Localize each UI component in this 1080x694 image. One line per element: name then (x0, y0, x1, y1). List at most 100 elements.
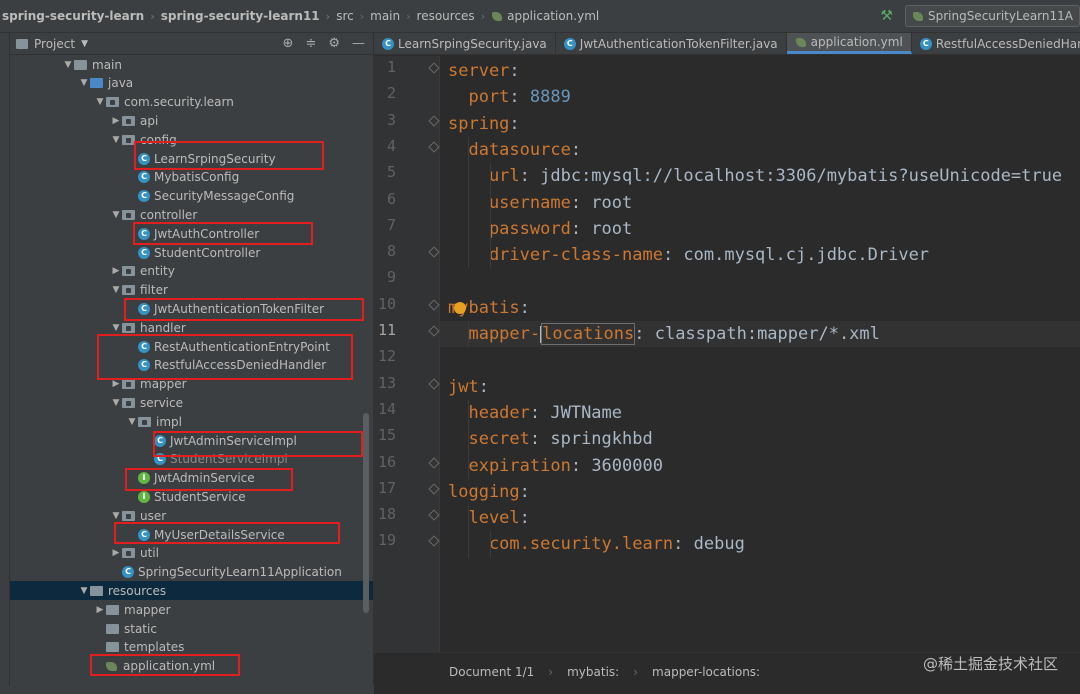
project-view-selector[interactable]: Project (34, 37, 75, 51)
collapsed-arrow-icon[interactable]: ▶ (110, 266, 122, 276)
tree-item[interactable]: ▼ main (10, 55, 373, 74)
line-number[interactable]: 11 (374, 321, 396, 339)
breadcrumb-src[interactable]: src › (336, 9, 370, 23)
tree-item[interactable]: static (10, 619, 373, 638)
lightbulb-icon[interactable] (454, 301, 466, 314)
fold-marker-icon[interactable] (428, 483, 440, 495)
collapsed-arrow-icon[interactable]: ▶ (110, 116, 122, 126)
line-number[interactable]: 17 (374, 479, 396, 497)
line-number[interactable]: 4 (374, 137, 396, 155)
code-line[interactable]: expiration: 3600000 (448, 453, 663, 479)
structure-crumb-mybatis[interactable]: mybatis: (567, 665, 619, 679)
collapsed-arrow-icon[interactable]: ▶ (110, 379, 122, 389)
collapse-all-icon[interactable]: ≑ (305, 36, 316, 51)
tree-item[interactable]: ▼ filter (10, 281, 373, 300)
code-line[interactable]: level: (448, 505, 529, 531)
expanded-arrow-icon[interactable]: ▼ (110, 511, 122, 521)
breadcrumb-file[interactable]: application.yml (491, 9, 599, 23)
breadcrumb-resources[interactable]: resources › (417, 9, 492, 23)
code-editor[interactable]: server: port: 8889 spring: datasource: ur… (440, 56, 1080, 652)
line-number[interactable]: 10 (374, 295, 396, 313)
fold-marker-icon[interactable] (428, 377, 440, 390)
code-line[interactable]: spring: (448, 111, 520, 137)
fold-marker-icon[interactable] (428, 62, 440, 74)
line-number[interactable]: 19 (374, 531, 396, 549)
fold-marker-icon[interactable] (428, 509, 440, 521)
breadcrumb-module[interactable]: spring-security-learn11 › (161, 9, 336, 23)
code-line[interactable]: server: (448, 58, 520, 84)
tree-item[interactable]: ▼ impl (10, 412, 373, 431)
line-number[interactable]: 15 (374, 426, 396, 444)
editor-tab[interactable]: C RestfulAccessDeniedHan (912, 33, 1080, 54)
expanded-arrow-icon[interactable]: ▼ (78, 78, 90, 88)
expanded-arrow-icon[interactable]: ▼ (110, 398, 122, 408)
gear-icon[interactable]: ⚙ (328, 36, 340, 51)
expanded-arrow-icon[interactable]: ▼ (126, 417, 138, 427)
code-line[interactable]: url: jdbc:mysql://localhost:3306/mybatis… (448, 163, 1062, 189)
line-number[interactable]: 14 (374, 400, 396, 418)
project-scrollbar[interactable] (363, 413, 369, 613)
line-number[interactable]: 5 (374, 163, 396, 181)
editor-tab[interactable]: C JwtAuthenticationTokenFilter.java (556, 33, 787, 54)
expanded-arrow-icon[interactable]: ▼ (110, 323, 122, 333)
code-line[interactable]: mapper-locations: classpath:mapper/*.xml (440, 321, 1080, 348)
chevron-down-icon[interactable]: ▼ (81, 39, 88, 49)
line-number[interactable]: 16 (374, 453, 396, 471)
line-number[interactable]: 6 (374, 190, 396, 208)
expanded-arrow-icon[interactable]: ▼ (110, 285, 122, 295)
run-configuration-selector[interactable]: SpringSecurityLearn11A (904, 5, 1080, 27)
code-line[interactable]: password: root (448, 216, 632, 242)
line-number[interactable]: 13 (374, 374, 396, 392)
collapsed-arrow-icon[interactable]: ▶ (94, 605, 106, 615)
line-number[interactable]: 2 (374, 84, 396, 102)
line-number[interactable]: 1 (374, 58, 396, 76)
tree-item[interactable]: ▶ util (10, 544, 373, 563)
tree-item[interactable]: ▼ service (10, 393, 373, 412)
fold-marker-icon[interactable] (428, 114, 440, 127)
editor-tab[interactable]: application.yml (786, 33, 912, 54)
line-number[interactable]: 12 (374, 347, 396, 365)
fold-marker-icon[interactable] (428, 535, 440, 548)
fold-marker-icon[interactable] (428, 325, 440, 337)
code-line[interactable]: jwt: (448, 374, 489, 400)
expanded-arrow-icon[interactable]: ▼ (78, 586, 90, 596)
code-line[interactable]: username: root (448, 190, 632, 216)
locate-target-icon[interactable]: ⊕ (283, 36, 294, 51)
code-line[interactable]: header: JWTName (448, 400, 622, 426)
expanded-arrow-icon[interactable]: ▼ (94, 97, 106, 107)
fold-marker-icon[interactable] (428, 456, 440, 469)
line-number[interactable]: 9 (374, 268, 396, 286)
fold-marker-icon[interactable] (428, 246, 440, 258)
code-line[interactable]: logging: (448, 479, 530, 505)
fold-marker-icon[interactable] (428, 141, 440, 153)
tree-item[interactable]: ▼ java (10, 74, 373, 93)
tree-item[interactable]: ▶ mapper (10, 600, 373, 619)
tree-item[interactable]: ▼ resources (10, 581, 373, 601)
editor-tab[interactable]: C LearnSrpingSecurity.java (374, 33, 556, 54)
build-hammer-icon[interactable]: ⚒ (880, 8, 893, 24)
tree-item[interactable]: ▶ entity (10, 262, 373, 281)
collapsed-arrow-icon[interactable]: ▶ (110, 548, 122, 558)
breadcrumb-project[interactable]: spring-security-learn › (2, 9, 161, 23)
expanded-arrow-icon[interactable]: ▼ (110, 135, 122, 145)
tree-item[interactable]: C SecurityMessageConfig (10, 187, 373, 206)
minimize-icon[interactable]: — (352, 36, 365, 51)
structure-crumb-mapper-locations[interactable]: mapper-locations: (652, 665, 760, 679)
tree-item[interactable]: C SpringSecurityLearn11Application (10, 563, 373, 582)
line-number[interactable]: 7 (374, 216, 396, 234)
line-number[interactable]: 8 (374, 242, 396, 260)
tree-item[interactable]: C MybatisConfig (10, 168, 373, 187)
tree-item[interactable]: C StudentController (10, 243, 373, 262)
code-line[interactable]: com.security.learn: debug (448, 531, 745, 557)
tree-item[interactable]: ▼ com.security.learn (10, 93, 373, 112)
line-number[interactable]: 18 (374, 505, 396, 523)
code-line[interactable]: driver-class-name: com.mysql.cj.jdbc.Dri… (448, 242, 929, 268)
fold-marker-icon[interactable] (428, 299, 440, 311)
expanded-arrow-icon[interactable]: ▼ (62, 60, 74, 70)
document-indicator[interactable]: Document 1/1 (449, 665, 534, 679)
tree-item[interactable]: ▶ api (10, 111, 373, 130)
line-number[interactable]: 3 (374, 111, 396, 129)
code-line[interactable]: port: 8889 (448, 84, 570, 110)
breadcrumb-main[interactable]: main › (370, 9, 416, 23)
expanded-arrow-icon[interactable]: ▼ (110, 210, 122, 220)
